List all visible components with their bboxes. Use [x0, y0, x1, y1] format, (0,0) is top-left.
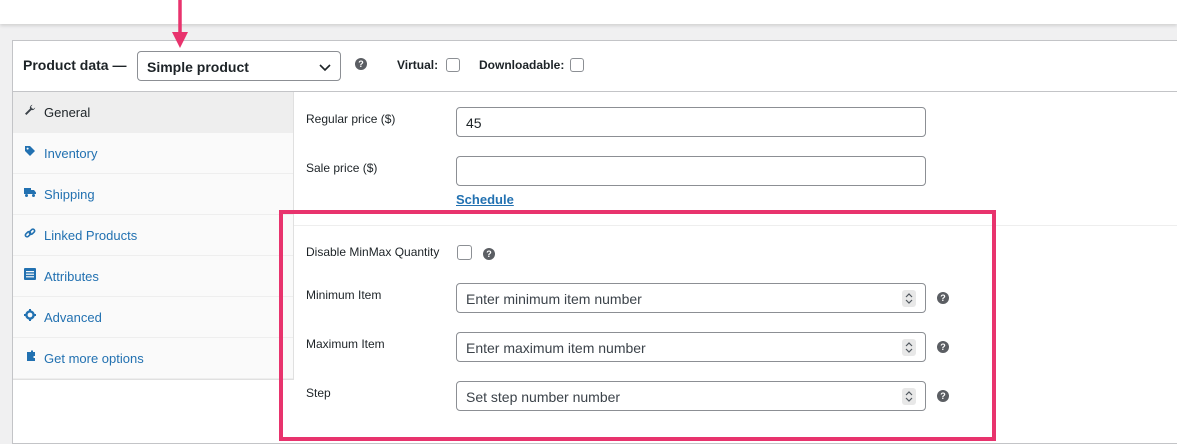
annotation-highlight-box — [279, 210, 996, 441]
product-data-tabs: General Inventory Shipping Linked Produc… — [13, 92, 294, 380]
panel-title: Product data — — [23, 57, 127, 73]
schedule-link[interactable]: Schedule — [456, 192, 514, 207]
truck-icon — [24, 188, 36, 197]
tab-label: Shipping — [44, 187, 95, 202]
list-icon — [24, 268, 36, 280]
regular-price-value: 45 — [466, 115, 482, 131]
tab-label: Inventory — [44, 146, 98, 161]
sale-price-input[interactable] — [456, 156, 926, 186]
tag-icon — [25, 146, 35, 156]
plugin-icon — [27, 350, 35, 361]
sale-price-label: Sale price ($) — [306, 161, 378, 175]
downloadable-label: Downloadable: — [479, 58, 565, 72]
tab-label: Linked Products — [44, 228, 138, 243]
tab-linked-products[interactable]: Linked Products — [13, 215, 293, 256]
tab-inventory[interactable]: Inventory — [13, 133, 293, 174]
virtual-label: Virtual: — [397, 58, 439, 72]
virtual-checkbox[interactable] — [446, 58, 460, 72]
regular-price-input[interactable]: 45 — [456, 107, 926, 137]
regular-price-label: Regular price ($) — [306, 112, 396, 126]
tab-attributes[interactable]: Attributes — [13, 256, 293, 297]
tab-advanced[interactable]: Advanced — [13, 297, 293, 338]
tab-shipping[interactable]: Shipping — [13, 174, 293, 215]
chevron-down-icon — [319, 64, 331, 72]
tab-label: Get more options — [44, 351, 144, 366]
product-type-select[interactable]: Simple product — [137, 51, 341, 81]
link-icon — [24, 228, 36, 238]
tab-label: Advanced — [44, 310, 102, 325]
gear-icon — [24, 309, 36, 321]
tab-get-more-options[interactable]: Get more options — [13, 338, 293, 379]
tab-label: General — [44, 105, 91, 120]
annotation-arrow-icon — [172, 0, 188, 48]
tab-label: Attributes — [44, 269, 99, 284]
product-type-value: Simple product — [147, 59, 249, 75]
wrench-icon — [25, 104, 36, 115]
tab-general[interactable]: General — [13, 92, 293, 133]
product-type-help-icon[interactable]: ? — [355, 58, 367, 70]
downloadable-checkbox[interactable] — [570, 58, 584, 72]
